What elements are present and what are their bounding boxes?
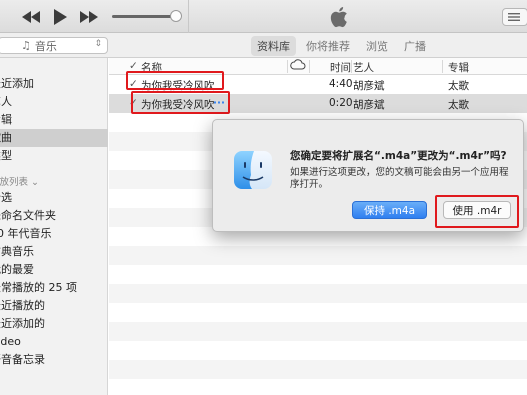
rename-extension-dialog: 您确定要将扩展名“.m4a”更改为“.m4r”吗? 如果进行这项更改，您的文稿可… — [212, 119, 524, 232]
sidebar-item-voice-memos[interactable]: 语音备忘录 — [0, 351, 98, 369]
tab-browse[interactable]: 浏览 — [360, 36, 394, 56]
sidebar-item-label: 艺人 — [0, 95, 12, 108]
sidebar-item-top-25[interactable]: 最常播放的 25 项 — [0, 279, 98, 297]
row-artist: 胡彦斌 — [353, 80, 385, 92]
col-separator — [287, 60, 288, 73]
row-artist: 胡彦斌 — [353, 99, 385, 111]
sidebar-item-genres[interactable]: 类型 — [0, 147, 98, 165]
sidebar-item-label: 歌曲 — [0, 131, 12, 144]
music-note-icon: ♫ — [21, 39, 31, 52]
cloud-icon[interactable] — [290, 59, 306, 73]
col-artist-header[interactable]: 艺人 — [353, 60, 374, 75]
fast-forward-icon[interactable] — [78, 0, 100, 33]
sidebar-item-video[interactable]: Video — [0, 333, 98, 351]
sidebar-item-label: Video — [0, 335, 21, 348]
sidebar-item-recently-added[interactable]: 最近添加 — [0, 75, 98, 93]
sidebar-item-recently-played[interactable]: 最近播放的 — [0, 297, 98, 315]
rewind-icon[interactable] — [20, 0, 42, 33]
sidebar-item-untitled-folder[interactable]: 未命名文件夹 — [0, 207, 98, 225]
list-view-icon[interactable] — [502, 8, 527, 26]
col-time-header[interactable]: 时间 — [330, 60, 351, 75]
row-time: 0:20 — [329, 97, 353, 109]
sidebar-item-label: 专辑 — [0, 113, 12, 126]
col-separator — [309, 60, 310, 73]
finder-icon — [233, 150, 273, 190]
source-selector[interactable]: ♫ 音乐 ⇕ — [0, 37, 108, 54]
sidebar-item-label: 妙选 — [0, 191, 12, 204]
tab-for-you[interactable]: 你将推荐 — [300, 36, 356, 56]
empty-row — [109, 360, 527, 379]
sidebar-item-label: 最近添加 — [0, 77, 34, 90]
sidebar-item-label: 古典音乐 — [0, 245, 34, 258]
empty-row — [109, 322, 527, 341]
sidebar-item-label: 未命名文件夹 — [0, 209, 56, 222]
tab-library[interactable]: 资料库 — [251, 35, 296, 56]
sidebar-item-label: 最常播放的 25 项 — [0, 281, 77, 294]
chevron-updown-icon: ⇕ — [94, 39, 102, 49]
col-separator — [351, 60, 352, 73]
sidebar-item-label: 我的最爱 — [0, 263, 34, 276]
dialog-message: 如果进行这项更改，您的文稿可能会由另一个应用程序打开。 — [290, 167, 509, 190]
sidebar-item-albums[interactable]: 专辑 — [0, 111, 98, 129]
sidebar-item-label: 语音备忘录 — [0, 353, 45, 366]
empty-row — [109, 284, 527, 303]
col-separator — [442, 60, 443, 73]
sidebar: 最近添加 艺人 专辑 歌曲 类型 播放列表 ⌄ 妙选 未命名文件夹 90 年代音… — [0, 58, 108, 395]
tab-bar: 资料库 你将推荐 浏览 广播 — [251, 33, 436, 58]
sidebar-item-90s-music[interactable]: 90 年代音乐 — [0, 225, 98, 243]
highlight-box-row1 — [126, 71, 224, 90]
highlight-box-use-button — [435, 195, 519, 228]
sidebar-item-artists[interactable]: 艺人 — [0, 93, 98, 111]
nav-bar: ♫ 音乐 ⇕ 资料库 你将推荐 浏览 广播 — [0, 33, 527, 58]
sidebar-item-songs[interactable]: 歌曲 — [0, 129, 108, 147]
dialog-title: 您确定要将扩展名“.m4a”更改为“.m4r”吗? — [290, 150, 507, 162]
keep-m4a-button[interactable]: 保持 .m4a — [352, 201, 427, 219]
play-icon[interactable] — [50, 0, 70, 33]
row-album: 太歌 — [448, 99, 469, 111]
sidebar-item-classical[interactable]: 古典音乐 — [0, 243, 98, 261]
sidebar-item-recently-added-list[interactable]: 最近添加的 — [0, 315, 98, 333]
source-label: 音乐 — [34, 39, 57, 53]
apple-logo — [329, 5, 351, 29]
toolbar-divider — [188, 0, 189, 33]
toolbar — [0, 0, 527, 33]
row-time: 4:40 — [329, 78, 353, 90]
volume-slider[interactable] — [112, 15, 178, 18]
row-album: 太歌 — [448, 80, 469, 92]
sidebar-item-genius[interactable]: 妙选 — [0, 189, 98, 207]
sidebar-item-label: 类型 — [0, 149, 12, 162]
playlists-header[interactable]: 播放列表 ⌄ — [0, 174, 39, 188]
sidebar-item-label: 最近播放的 — [0, 299, 45, 312]
volume-knob[interactable] — [170, 10, 182, 22]
sidebar-item-label: 90 年代音乐 — [0, 227, 52, 240]
sidebar-item-label: 最近添加的 — [0, 317, 45, 330]
empty-row — [109, 246, 527, 265]
col-album-header[interactable]: 专辑 — [448, 60, 469, 75]
sidebar-item-favorites[interactable]: 我的最爱 — [0, 261, 98, 279]
highlight-box-row2 — [131, 91, 230, 114]
tab-radio[interactable]: 广播 — [398, 36, 432, 56]
